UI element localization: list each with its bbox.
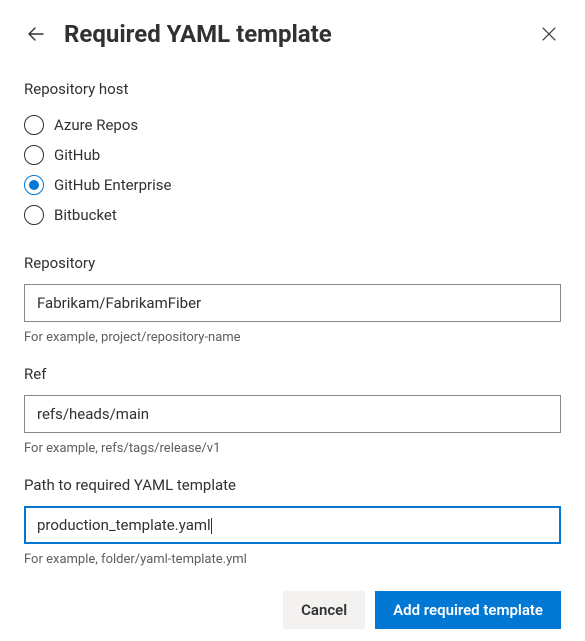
ref-field-group: Ref For example, refs/tags/release/v1: [24, 365, 561, 456]
radio-option-bitbucket[interactable]: Bitbucket: [24, 200, 561, 230]
radio-dot-icon: [29, 180, 39, 190]
dialog-footer: Cancel Add required template: [24, 591, 561, 629]
close-icon: [542, 27, 556, 41]
path-input-value: production_template.yaml: [37, 516, 212, 534]
repository-label: Repository: [24, 254, 561, 272]
host-section-label: Repository host: [24, 80, 561, 98]
radio-label: GitHub: [54, 146, 100, 164]
arrow-left-icon: [27, 25, 45, 43]
path-field-group: Path to required YAML template productio…: [24, 476, 561, 567]
path-input[interactable]: production_template.yaml: [24, 506, 561, 544]
close-button[interactable]: [537, 22, 561, 46]
radio-circle-icon: [24, 115, 44, 135]
path-hint: For example, folder/yaml-template.yml: [24, 552, 561, 567]
ref-input[interactable]: [24, 395, 561, 433]
path-label: Path to required YAML template: [24, 476, 561, 494]
add-required-template-button[interactable]: Add required template: [375, 591, 561, 629]
radio-option-github-enterprise[interactable]: GitHub Enterprise: [24, 170, 561, 200]
repository-field-group: Repository For example, project/reposito…: [24, 254, 561, 345]
dialog-header: Required YAML template: [24, 20, 561, 48]
back-button[interactable]: [24, 22, 48, 46]
dialog-title: Required YAML template: [64, 20, 537, 48]
radio-label: Bitbucket: [54, 206, 117, 224]
ref-hint: For example, refs/tags/release/v1: [24, 441, 561, 456]
repository-input[interactable]: [24, 284, 561, 322]
repository-hint: For example, project/repository-name: [24, 330, 561, 345]
radio-circle-selected-icon: [24, 175, 44, 195]
ref-label: Ref: [24, 365, 561, 383]
radio-option-github[interactable]: GitHub: [24, 140, 561, 170]
radio-circle-icon: [24, 205, 44, 225]
radio-label: GitHub Enterprise: [54, 176, 172, 194]
radio-option-azure-repos[interactable]: Azure Repos: [24, 110, 561, 140]
repository-host-radio-group: Azure Repos GitHub GitHub Enterprise Bit…: [24, 110, 561, 230]
radio-circle-icon: [24, 145, 44, 165]
radio-label: Azure Repos: [54, 116, 138, 134]
cancel-button[interactable]: Cancel: [283, 591, 365, 629]
